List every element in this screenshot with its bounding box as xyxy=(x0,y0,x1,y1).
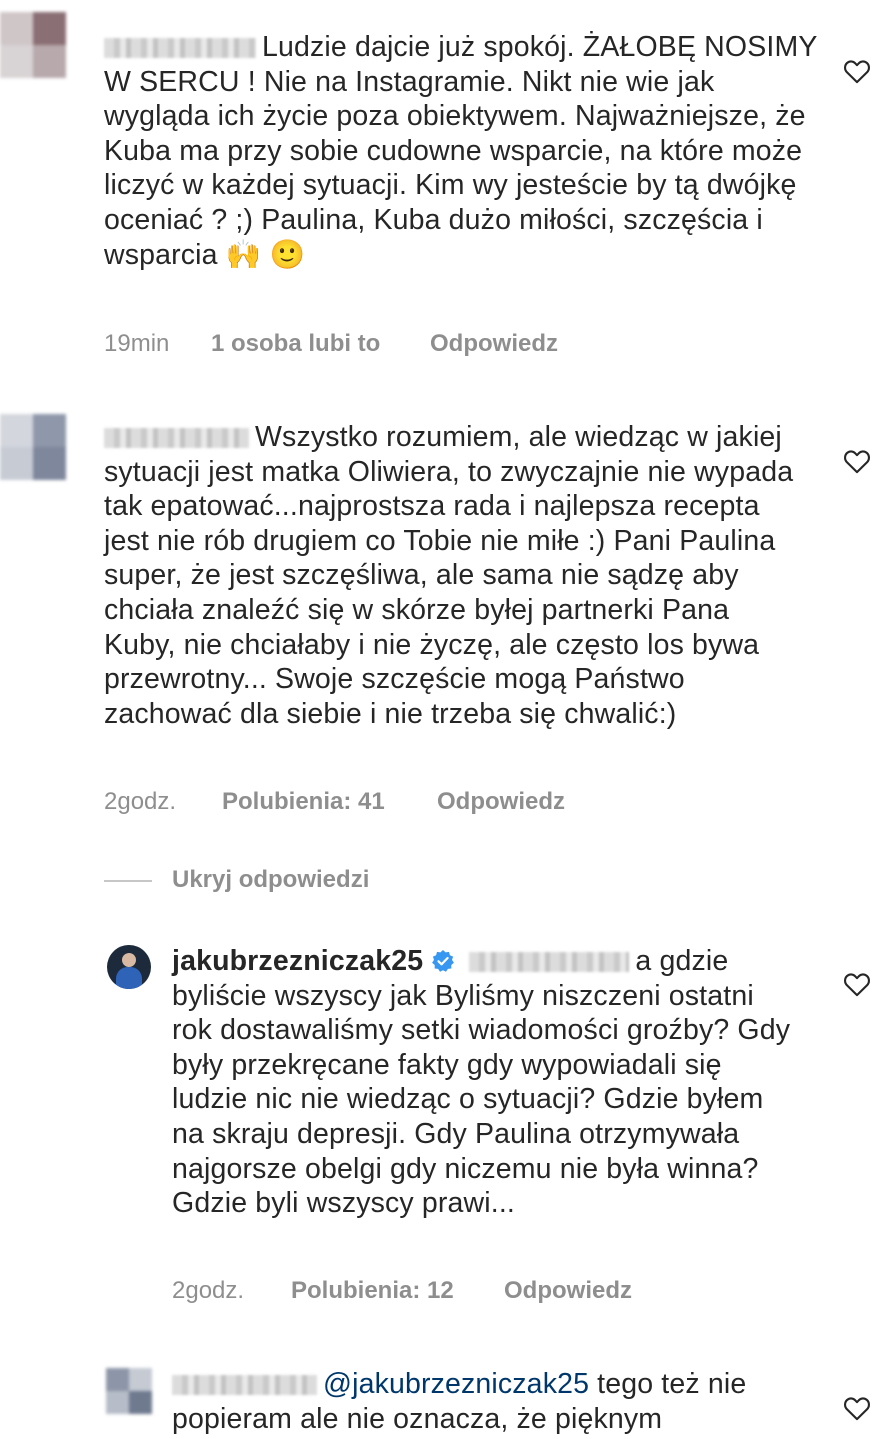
heart-outline-icon[interactable] xyxy=(843,448,871,474)
likes-count[interactable]: 1 osoba lubi to xyxy=(211,330,380,358)
comment-text: Ludzie dajcie już spokój. ŻAŁOBĘ NOSIMY … xyxy=(104,31,817,271)
timestamp: 2godz. xyxy=(172,1277,245,1304)
comment-text: Wszystko rozumiem, ale wiedząc w jakiej … xyxy=(104,421,794,730)
mention-redacted[interactable] xyxy=(469,952,630,972)
avatar[interactable] xyxy=(106,1368,152,1414)
timestamp: 19min xyxy=(104,330,170,357)
verified-badge-icon xyxy=(432,950,455,972)
reply-button[interactable]: Odpowiedz xyxy=(504,1277,632,1305)
timestamp: 2godz. xyxy=(104,788,177,815)
avatar[interactable] xyxy=(107,945,151,989)
avatar[interactable] xyxy=(0,414,66,480)
likes-count[interactable]: Polubienia: 12 xyxy=(291,1277,454,1305)
heart-outline-icon[interactable] xyxy=(843,1395,871,1421)
hide-replies-label[interactable]: Ukryj odpowiedzi xyxy=(172,866,369,894)
username[interactable]: jakubrzezniczak25 xyxy=(172,945,423,977)
comment-text: @jakubrzezniczak25 tego też nie popieram… xyxy=(172,1368,747,1435)
heart-outline-icon[interactable] xyxy=(843,971,871,997)
username-redacted[interactable] xyxy=(172,1375,317,1395)
reply-button[interactable]: Odpowiedz xyxy=(430,330,558,358)
reply-button[interactable]: Odpowiedz xyxy=(437,788,565,816)
emoji: 🙌 🙂 xyxy=(225,238,306,271)
comment-text: jakubrzezniczak25 a gdzie byliście wszys… xyxy=(172,945,791,1220)
avatar[interactable] xyxy=(0,12,66,78)
likes-count[interactable]: Polubienia: 41 xyxy=(222,788,385,816)
username-redacted[interactable] xyxy=(104,38,256,58)
username-redacted[interactable] xyxy=(104,428,249,448)
heart-outline-icon[interactable] xyxy=(843,58,871,84)
divider xyxy=(104,880,152,882)
mention-link[interactable]: @jakubrzezniczak25 xyxy=(323,1368,589,1400)
